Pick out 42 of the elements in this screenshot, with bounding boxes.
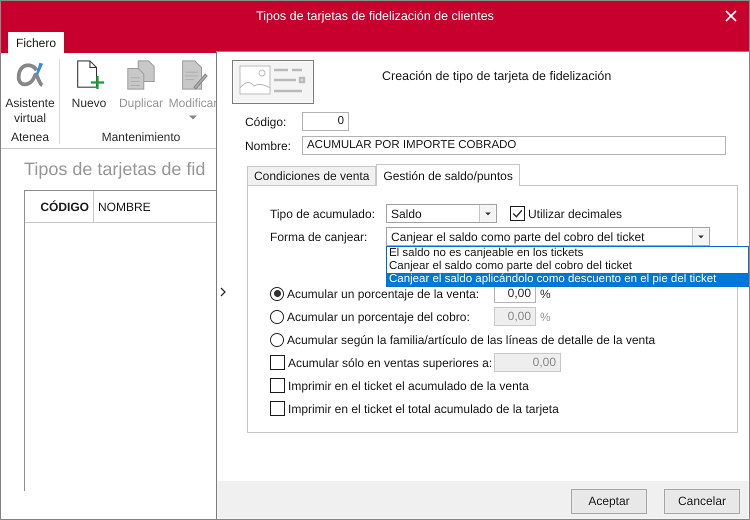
checkbox[interactable] [270, 401, 285, 416]
ribbon-button[interactable]: Nuevo [64, 58, 114, 130]
radio-button[interactable] [270, 332, 284, 346]
ribbon-tab[interactable]: Fichero [8, 32, 64, 53]
column-header[interactable]: CÓDIGO [25, 191, 94, 222]
unit-label: % [540, 310, 551, 324]
radio-label: Acumular un porcentaje del cobro: [287, 310, 470, 324]
page-heading: Tipos de tarjetas de fid [24, 159, 206, 180]
ribbon-group-label: Atenea [10, 130, 50, 146]
checkbox-label: Imprimir en el ticket el total acumulado de la tarjeta [288, 402, 559, 416]
checkbox[interactable] [510, 206, 525, 221]
window-title: Tipos de tarjetas de fidelización de clientes [256, 9, 494, 23]
accumulation-type-select[interactable]: Saldo [386, 204, 497, 223]
radio-label: Acumular según la familia/artículo de las líneas de detalle de la venta [287, 332, 656, 346]
redeem-method-select[interactable]: Canjear el saldo como parte del cobro del ticket [386, 227, 710, 246]
dialog-button[interactable]: Cancelar [664, 488, 740, 514]
checkbox-label: Acumular sólo en ventas superiores a: [288, 356, 492, 370]
ribbon-button[interactable]: Asistente virtual [5, 58, 55, 130]
field-label: Código: [245, 114, 288, 128]
copy-documents-icon [125, 58, 157, 92]
checkbox-label: Utilizar decimales [528, 206, 622, 220]
checkbox[interactable] [270, 378, 285, 393]
dropdown-option[interactable]: El saldo no es canjeable en los tickets [387, 247, 748, 260]
field-label: Nombre: [245, 138, 292, 152]
name-field[interactable]: ACUMULAR POR IMPORTE COBRADO [302, 136, 726, 155]
unit-label: % [540, 286, 551, 300]
column-header[interactable]: NOMBRE [94, 191, 155, 222]
ribbon-group-label: Mantenimiento [102, 130, 180, 146]
radio-button[interactable] [270, 286, 284, 300]
radio-label: Acumular un porcentaje de la venta: [287, 286, 480, 300]
checkbox-label: Imprimir en el ticket el acumulado de la venta [288, 378, 529, 392]
code-field[interactable]: 0 [302, 112, 349, 131]
dialog-title: Creación de tipo de tarjeta de fidelización [382, 69, 612, 83]
field-label: Forma de canjear: [270, 230, 368, 244]
chevron-right-icon[interactable] [220, 287, 226, 297]
field-label: Tipo de acumulado: [270, 206, 376, 220]
close-icon[interactable] [725, 10, 737, 22]
dropdown-option[interactable]: Canjear el saldo aplicándolo como descuento en el pie del ticket [387, 273, 748, 286]
tab[interactable]: Gestión de saldo/puntos [376, 164, 520, 186]
dropdown-option[interactable]: Canjear el saldo como parte del cobro del ticket [387, 260, 748, 273]
dialog-button[interactable]: Aceptar [571, 488, 647, 514]
tab[interactable]: Condiciones de venta [247, 166, 376, 185]
